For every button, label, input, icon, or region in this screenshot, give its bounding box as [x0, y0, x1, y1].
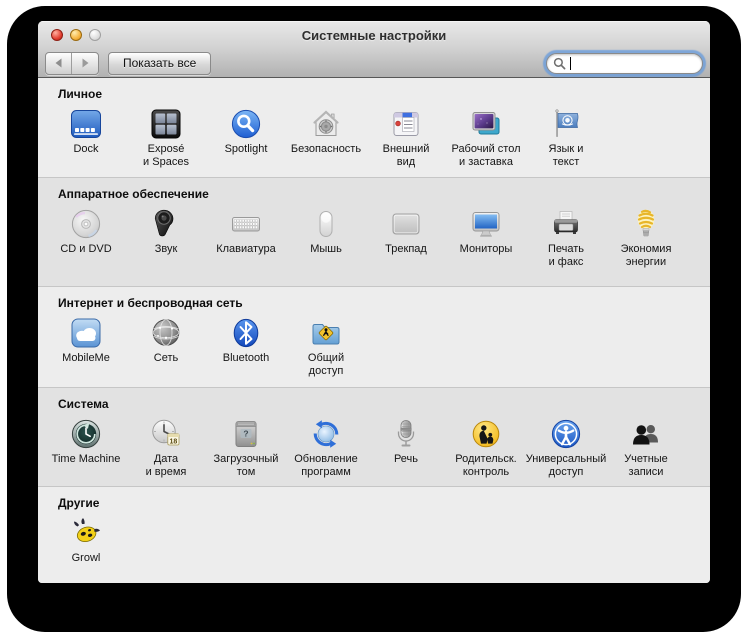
- toolbar: Показать все: [38, 48, 710, 78]
- security-icon: [309, 107, 343, 141]
- keyboard-icon: [229, 207, 263, 241]
- pref-pane-date-time[interactable]: 18 Дата и время: [126, 417, 206, 479]
- show-all-button[interactable]: Показать все: [108, 51, 212, 75]
- pref-pane-label: Учетные записи: [624, 453, 668, 478]
- universal-access-icon: [549, 417, 583, 451]
- energy-saver-icon: [629, 207, 663, 241]
- pref-pane-keyboard[interactable]: Клавиатура: [206, 207, 286, 269]
- pref-pane-security[interactable]: Безопасность: [286, 107, 366, 169]
- mouse-icon: [309, 207, 343, 241]
- pref-pane-cd-dvd[interactable]: CD и DVD: [46, 207, 126, 269]
- pref-pane-mobileme[interactable]: MobileMe: [46, 316, 126, 378]
- pref-pane-label: Экономия энергии: [620, 243, 672, 268]
- pref-pane-language-text[interactable]: Язык и текст: [526, 107, 606, 169]
- sharing-icon: [309, 316, 343, 350]
- pref-pane-growl[interactable]: Growl: [46, 516, 126, 565]
- section-system: Система Time Machine 18 Дата и время? Загруз…: [38, 387, 710, 486]
- desktop-screensaver-icon: [469, 107, 503, 141]
- pref-pane-software-update[interactable]: Обновление программ: [286, 417, 366, 479]
- pref-pane-desktop-screensaver[interactable]: Рабочий стол и заставка: [446, 107, 526, 169]
- system-preferences-window: Системные настройки Показать все Личное …: [38, 21, 710, 583]
- time-machine-icon: [69, 417, 103, 451]
- pref-pane-accounts[interactable]: Учетные записи: [606, 417, 686, 479]
- pref-pane-speech[interactable]: Речь: [366, 417, 446, 479]
- pref-pane-universal-access[interactable]: Универсальный доступ: [526, 417, 606, 479]
- print-fax-icon: [549, 207, 583, 241]
- section-internet-wireless: Интернет и беспроводная сеть MobileMe Сеть…: [38, 286, 710, 387]
- screenshot-background: Системные настройки Показать все Личное …: [0, 0, 748, 640]
- spotlight-icon: [229, 107, 263, 141]
- history-nav: [45, 51, 99, 75]
- sound-icon: [149, 207, 183, 241]
- pref-pane-network[interactable]: Сеть: [126, 316, 206, 378]
- pref-pane-appearance[interactable]: Внешний вид: [366, 107, 446, 169]
- section-title: Аппаратное обеспечение: [58, 187, 209, 201]
- pref-pane-expose[interactable]: Exposé и Spaces: [126, 107, 206, 169]
- search-field[interactable]: [546, 52, 703, 74]
- section-personal: Личное Dock Exposé и Spaces Spotlight Безопа…: [38, 78, 710, 177]
- section-title: Интернет и беспроводная сеть: [58, 296, 243, 310]
- section-title: Другие: [58, 496, 100, 510]
- section-items: Dock Exposé и Spaces Spotlight Безопасность…: [38, 107, 710, 169]
- speech-icon: [389, 417, 423, 451]
- window-title: Системные настройки: [301, 28, 447, 43]
- section-items: CD и DVD Звук Клавиатура Мышь Трекпад Монитор…: [38, 207, 710, 269]
- pref-pane-dock[interactable]: Dock: [46, 107, 126, 169]
- window-header: Системные настройки Показать все: [38, 21, 710, 78]
- chevron-left-icon: [55, 58, 61, 68]
- section-items: Growl: [38, 516, 710, 565]
- software-update-icon: [309, 417, 343, 451]
- bluetooth-icon: [229, 316, 263, 350]
- pref-pane-label: Общий доступ: [307, 352, 345, 377]
- pref-pane-sound[interactable]: Звук: [126, 207, 206, 269]
- pref-pane-displays[interactable]: Мониторы: [446, 207, 526, 269]
- dock-icon: [69, 107, 103, 141]
- displays-icon: [469, 207, 503, 241]
- network-icon: [149, 316, 183, 350]
- pref-pane-startup-disk[interactable]: ? Загрузочный том: [206, 417, 286, 479]
- pref-pane-sharing[interactable]: Общий доступ: [286, 316, 366, 378]
- language-text-icon: [549, 107, 583, 141]
- pref-pane-print-fax[interactable]: Печать и факс: [526, 207, 606, 269]
- window-controls: [51, 29, 101, 41]
- growl-icon: [69, 516, 103, 550]
- pref-pane-trackpad[interactable]: Трекпад: [366, 207, 446, 269]
- section-hardware: Аппаратное обеспечение CD и DVD Звук Клавиа…: [38, 177, 710, 286]
- preference-panes: Личное Dock Exposé и Spaces Spotlight Безопа…: [38, 78, 710, 583]
- startup-disk-icon: ?: [229, 417, 263, 451]
- minimize-button[interactable]: [70, 29, 82, 41]
- close-button[interactable]: [51, 29, 63, 41]
- title-bar[interactable]: Системные настройки: [38, 21, 710, 48]
- expose-icon: [149, 107, 183, 141]
- section-other: Другие Growl: [38, 486, 710, 583]
- date-time-icon: 18: [149, 417, 183, 451]
- pref-pane-label: Язык и текст: [548, 143, 584, 168]
- accounts-icon: [629, 417, 663, 451]
- chevron-right-icon: [82, 58, 89, 68]
- appearance-icon: [389, 107, 423, 141]
- pref-pane-spotlight[interactable]: Spotlight: [206, 107, 286, 169]
- pref-pane-parental-controls[interactable]: Родительск. контроль: [446, 417, 526, 479]
- forward-button[interactable]: [72, 53, 98, 74]
- pref-pane-bluetooth[interactable]: Bluetooth: [206, 316, 286, 378]
- search-icon: [553, 57, 566, 69]
- section-title: Личное: [58, 87, 103, 101]
- svg-text:?: ?: [243, 429, 248, 439]
- svg-text:18: 18: [170, 438, 178, 445]
- section-title: Система: [58, 397, 109, 411]
- pref-pane-energy-saver[interactable]: Экономия энергии: [606, 207, 686, 269]
- pref-pane-label: Growl: [71, 552, 101, 564]
- parental-controls-icon: [469, 417, 503, 451]
- mobileme-icon: [69, 316, 103, 350]
- trackpad-icon: [389, 207, 423, 241]
- back-button[interactable]: [46, 52, 72, 74]
- zoom-button-disabled: [89, 29, 101, 41]
- search-input[interactable]: [571, 56, 696, 70]
- pref-pane-mouse[interactable]: Мышь: [286, 207, 366, 269]
- cd-dvd-icon: [69, 207, 103, 241]
- pref-pane-time-machine[interactable]: Time Machine: [46, 417, 126, 479]
- section-items: MobileMe Сеть Bluetooth Общий доступ: [38, 316, 710, 378]
- section-items: Time Machine 18 Дата и время? Загрузочный т…: [38, 417, 710, 479]
